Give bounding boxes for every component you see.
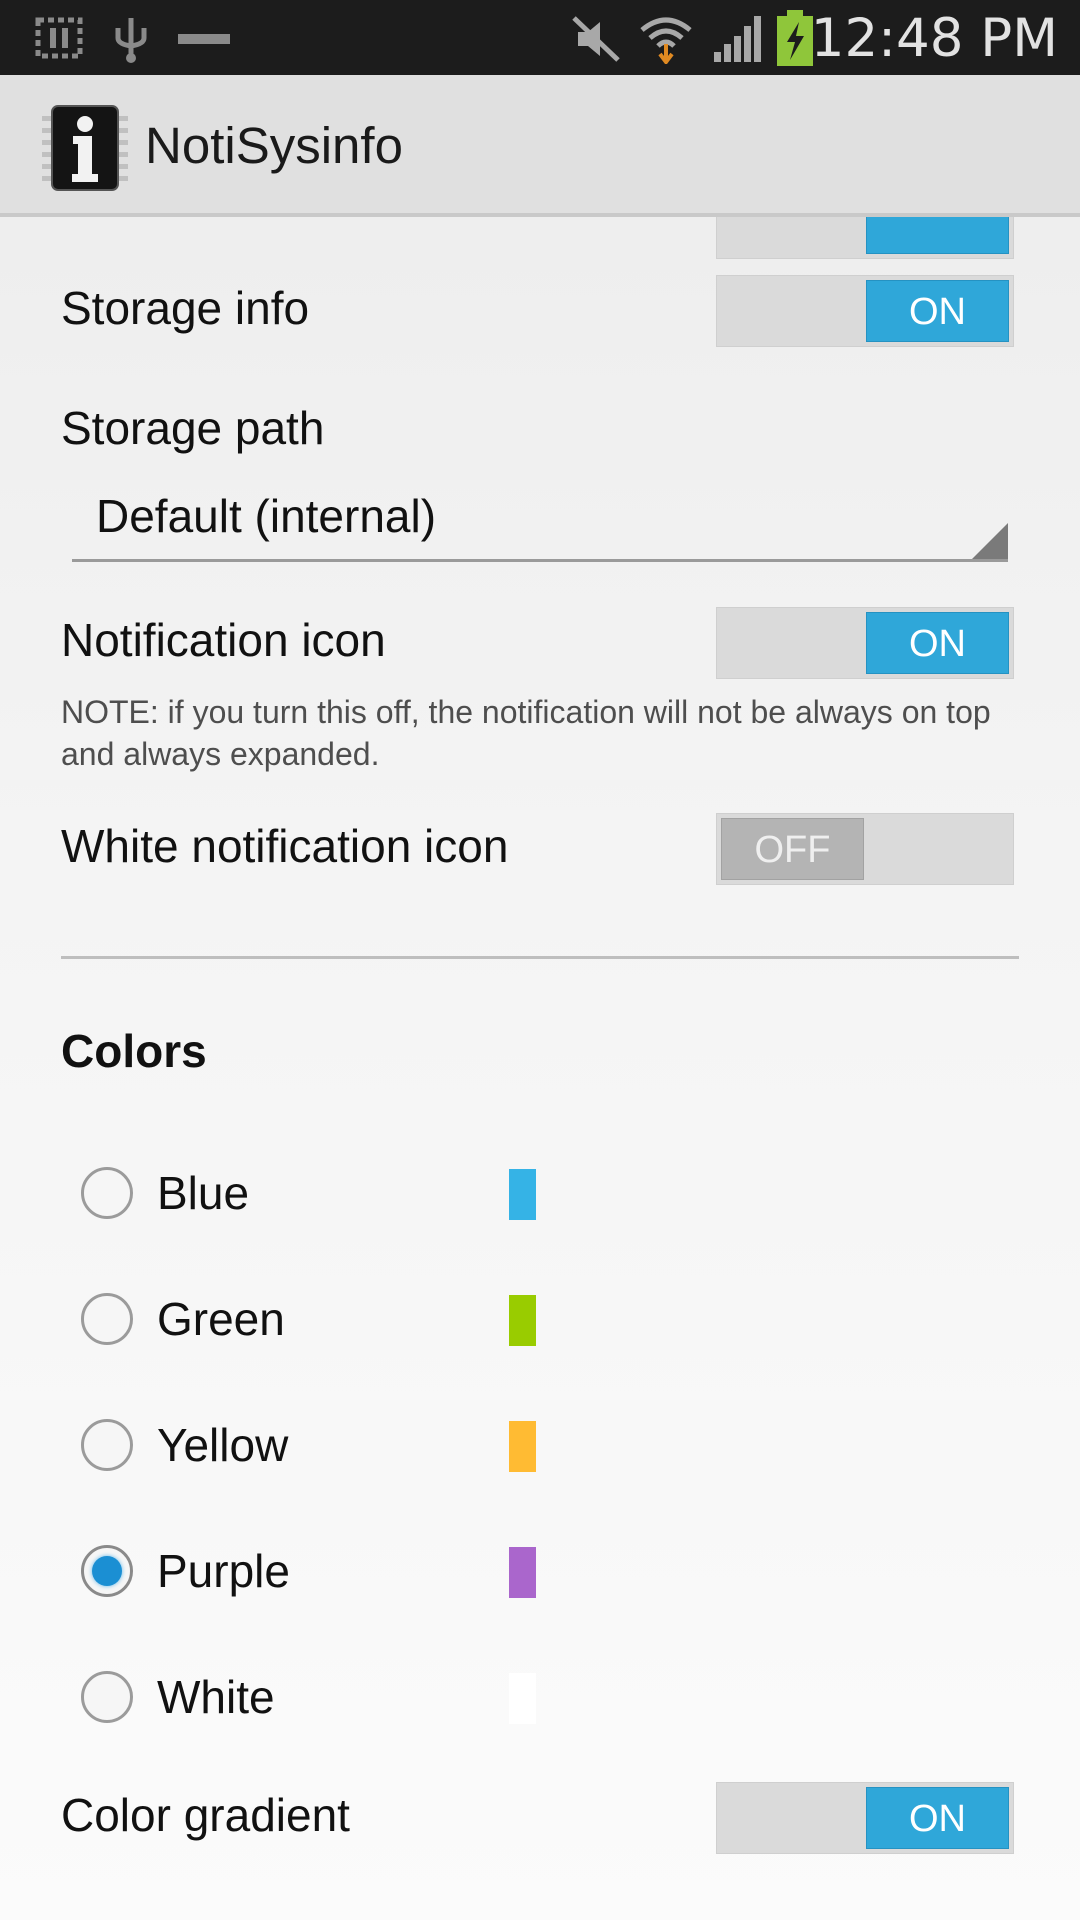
colors-section-header: Colors [61,1025,207,1077]
notification-icon-title: Notification icon [61,614,386,666]
color-label-blue: Blue [157,1167,250,1219]
radio-button-blue[interactable] [81,1167,133,1219]
storage-path-spinner[interactable]: Default (internal) [72,481,1008,562]
color-swatch-purple [509,1547,536,1598]
action-bar: NotiSysinfo [0,75,1080,217]
color-option-green[interactable]: Green [0,1265,1080,1375]
color-gradient-toggle[interactable]: ON [716,1782,1014,1854]
battery-charging-icon [777,10,813,66]
color-label-purple: Purple [157,1545,290,1597]
usb-icon [115,18,147,63]
radio-button-white[interactable] [81,1671,133,1723]
color-option-white[interactable]: White [0,1643,1080,1753]
settings-list[interactable]: Storage info ON Storage path Default (in… [0,217,1080,1920]
color-gradient-title: Color gradient [61,1789,350,1841]
color-label-green: Green [157,1293,285,1345]
storage-path-title: Storage path [61,402,325,454]
sd-card-icon [35,17,83,59]
color-swatch-yellow [509,1421,536,1472]
info-chip-icon[interactable] [40,102,130,192]
white-notification-icon-title: White notification icon [61,820,509,872]
signal-icon [714,16,761,62]
storage-info-toggle-state: ON [866,280,1009,342]
color-option-yellow[interactable]: Yellow [0,1391,1080,1501]
app-title: NotiSysinfo [145,117,403,174]
white-notification-icon-toggle[interactable]: OFF [716,813,1014,885]
color-gradient-toggle-state: ON [866,1787,1009,1849]
dropdown-triangle-icon [972,523,1008,559]
storage-info-title: Storage info [61,282,310,334]
color-label-yellow: Yellow [157,1419,289,1471]
color-label-white: White [157,1671,275,1723]
notification-icon-toggle-state: ON [866,612,1009,674]
notification-icon-toggle[interactable]: ON [716,607,1014,679]
color-swatch-green [509,1295,536,1346]
mute-icon [572,16,620,62]
minus-icon [178,34,230,44]
wifi-icon [640,17,692,64]
white-notification-icon-toggle-state: OFF [721,818,864,880]
color-swatch-white [509,1673,536,1724]
previous-toggle-thumb [866,217,1009,254]
radio-button-green[interactable] [81,1293,133,1345]
radio-button-yellow[interactable] [81,1419,133,1471]
storage-info-toggle[interactable]: ON [716,275,1014,347]
previous-toggle[interactable] [716,217,1014,259]
status-bar: 12:48 PM [0,0,1080,75]
color-option-purple[interactable]: Purple [0,1517,1080,1627]
notification-icon-summary: NOTE: if you turn this off, the notifica… [61,694,991,772]
storage-path-value: Default (internal) [96,490,437,542]
color-swatch-blue [509,1169,536,1220]
section-divider [61,956,1019,959]
color-option-blue[interactable]: Blue [0,1139,1080,1249]
status-time: 12:48 PM [810,8,1058,69]
radio-button-purple[interactable] [81,1545,133,1597]
